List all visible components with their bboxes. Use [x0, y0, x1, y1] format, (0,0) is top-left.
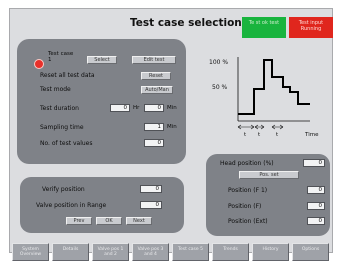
valve-range-label: Valve position in Range [36, 202, 107, 209]
nav-valve-pos-1-2[interactable]: Valve pos 1 and 2 [92, 243, 129, 261]
nav-valve-pos-3-4[interactable]: Valve pos 3 and 4 [132, 243, 169, 261]
nav-trends[interactable]: Trends [212, 243, 249, 261]
valve-range-field[interactable]: 0 [140, 201, 162, 209]
sampling-unit: Min [167, 124, 177, 130]
position-1-label: Position (F 1) [228, 187, 268, 194]
position-f-field[interactable]: 0 [307, 202, 325, 210]
reset-button[interactable]: Reset [141, 72, 171, 80]
position-ext-field[interactable]: 0 [307, 217, 325, 225]
head-position-label: Head position (%) [220, 160, 274, 167]
duration-hours-field[interactable]: 0 [110, 104, 130, 112]
reset-label: Reset all test data [40, 72, 95, 79]
head-set-button[interactable]: Pos. set [239, 171, 299, 179]
prev-button[interactable]: Prev [66, 217, 92, 225]
edit-test-button[interactable]: Edit test [132, 56, 176, 64]
num-test-values-label: No. of test values [40, 140, 93, 147]
x-label-t1: t [244, 132, 247, 138]
x-label-t2: t [258, 132, 261, 138]
position-1-field[interactable]: 0 [307, 186, 325, 194]
y-label-50: 50 % [212, 84, 228, 91]
hmi-screen: Test case selection Te st ok test Test i… [9, 8, 333, 261]
select-button[interactable]: Select [87, 56, 117, 64]
num-test-values-field[interactable]: 0 [144, 139, 164, 147]
nav-test-case[interactable]: Test case 5 [172, 243, 209, 261]
interval-arrow-2 [254, 124, 265, 130]
test-duration-label: Test duration [40, 105, 79, 112]
test-mode-label: Test mode [40, 86, 71, 93]
sampling-time-label: Sampling time [40, 124, 84, 131]
status-running-indicator: Test input Running [289, 17, 333, 38]
position-f-label: Position (F) [228, 203, 262, 210]
interval-arrow-3 [271, 124, 284, 130]
profile-curve [238, 59, 310, 115]
status-ok-indicator: Te st ok test [242, 17, 286, 38]
duration-minutes-field[interactable]: 0 [144, 104, 164, 112]
minutes-unit: Min [167, 105, 177, 111]
nav-system-overview[interactable]: System Overview [12, 243, 49, 261]
y-label-100: 100 % [209, 59, 228, 66]
x-label-time: Time [304, 132, 319, 138]
head-position-field[interactable]: 0 [303, 159, 325, 167]
page-title: Test case selection [130, 17, 242, 29]
sampling-time-field[interactable]: 1 [144, 123, 164, 131]
verify-position-field[interactable]: 0 [140, 185, 162, 193]
alarm-led-icon [34, 59, 44, 69]
x-label-t3: t [276, 132, 279, 138]
interval-arrow-1 [237, 124, 255, 130]
nav-details[interactable]: Details [52, 243, 89, 261]
nav-options[interactable]: Options [292, 243, 329, 261]
nav-history[interactable]: History [252, 243, 289, 261]
position-ext-label: Position (Ext) [228, 218, 268, 225]
test-case-label: Test case 1 [48, 51, 74, 63]
verify-position-label: Verify position [42, 186, 85, 193]
test-mode-button[interactable]: Auto/Man [141, 86, 173, 94]
hours-unit: Hr [133, 105, 140, 111]
ok-button[interactable]: OK [96, 217, 122, 225]
test-profile-graph: 100 % 50 % t t t Time [209, 57, 319, 138]
next-button[interactable]: Next [126, 217, 152, 225]
